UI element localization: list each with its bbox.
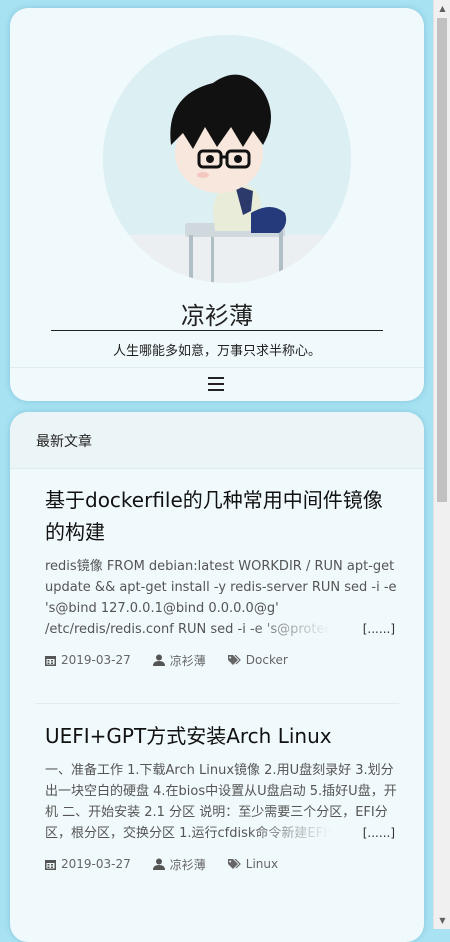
article-title[interactable]: 基于dockerfile的几种常用中间件镜像的构建 (35, 484, 399, 548)
name-divider (51, 330, 383, 331)
article-author: 凉衫薄 (152, 856, 206, 873)
user-icon (152, 654, 165, 666)
profile-card: 凉衫薄 人生哪能多如意，万事只求半称心。 (10, 8, 424, 401)
articles-header: 最新文章 (10, 412, 424, 469)
article-divider (35, 703, 399, 704)
read-more-link[interactable]: [......] (363, 619, 395, 640)
articles-section-title: 最新文章 (36, 434, 92, 450)
article-excerpt: 一、准备工作 1.下载Arch Linux镜像 2.用U盘刻录好 3.划分出一块… (35, 760, 399, 844)
scroll-up-arrow-icon[interactable]: ▲ (434, 0, 450, 17)
calendar-icon (45, 859, 56, 870)
read-more-link[interactable]: [......] (363, 823, 395, 844)
tags-icon (227, 655, 241, 665)
scrollbar-thumb[interactable] (437, 18, 447, 502)
article-tag-text[interactable]: Docker (246, 653, 288, 667)
tags-icon (227, 859, 241, 869)
site-motto: 人生哪能多如意，万事只求半称心。 (112, 344, 321, 359)
article-item: UEFI+GPT方式安装Arch Linux 一、准备工作 1.下载Arch L… (35, 720, 399, 874)
article-tag-text[interactable]: Linux (246, 857, 278, 871)
avatar-illustration (103, 35, 351, 283)
latest-articles-card: 最新文章 基于dockerfile的几种常用中间件镜像的构建 redis镜像 F… (10, 412, 424, 942)
menu-bar (10, 367, 424, 401)
article-title[interactable]: UEFI+GPT方式安装Arch Linux (35, 720, 399, 752)
article-date: 2019-03-27 (45, 857, 131, 871)
avatar[interactable] (103, 35, 351, 283)
article-tag: Docker (227, 653, 288, 667)
article-tag: Linux (227, 857, 278, 871)
site-name[interactable]: 凉衫薄 (10, 296, 424, 331)
calendar-icon (45, 655, 56, 666)
article-author-text[interactable]: 凉衫薄 (170, 856, 206, 873)
article-author-text[interactable]: 凉衫薄 (170, 652, 206, 669)
article-author: 凉衫薄 (152, 652, 206, 669)
article-date-text: 2019-03-27 (61, 653, 131, 667)
article-item: 基于dockerfile的几种常用中间件镜像的构建 redis镜像 FROM d… (35, 484, 399, 704)
article-date-text: 2019-03-27 (61, 857, 131, 871)
article-excerpt: redis镜像 FROM debian:latest WORKDIR / RUN… (35, 556, 399, 640)
hamburger-icon[interactable] (208, 377, 224, 391)
article-meta: 2019-03-27 凉衫薄 Docker (35, 650, 399, 670)
user-icon (152, 858, 165, 870)
scroll-down-arrow-icon[interactable]: ▼ (434, 912, 450, 929)
article-date: 2019-03-27 (45, 653, 131, 667)
page-scrollbar[interactable]: ▲ ▼ (433, 0, 450, 929)
article-meta: 2019-03-27 凉衫薄 Linux (35, 854, 399, 874)
